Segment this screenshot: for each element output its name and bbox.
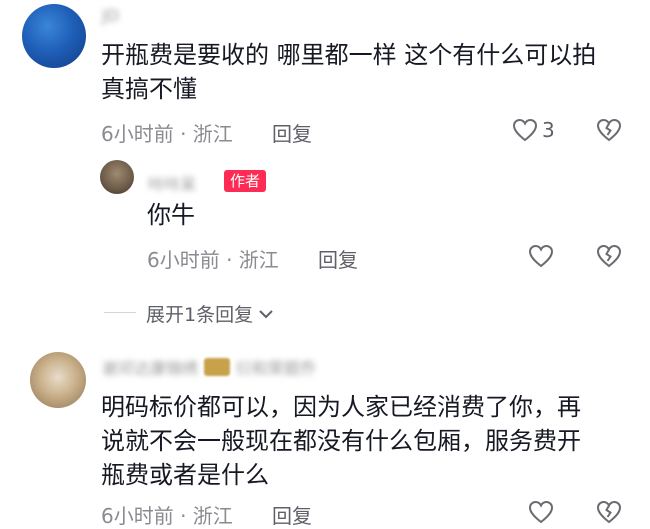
comment-time-location: 6小时前 · 浙江 — [101, 122, 233, 146]
broken-heart-icon — [596, 118, 622, 142]
commenter-username-suffix: 衍和荣题乔 — [236, 359, 317, 378]
broken-heart-icon — [596, 244, 622, 268]
heart-outline-icon — [512, 118, 538, 142]
like-button[interactable] — [528, 500, 554, 524]
divider — [104, 312, 136, 313]
like-count: 3 — [542, 118, 555, 142]
comment-text-line: 开瓶费是要收的 哪里都一样 这个有什么可以拍 — [101, 41, 597, 69]
expand-replies-button[interactable]: 展开1条回复 — [146, 300, 275, 327]
comment-text-line: 明码标价都可以，因为人家已经消费了你，再 — [101, 393, 581, 421]
commenter-avatar[interactable] — [30, 352, 86, 408]
chevron-down-icon — [259, 309, 273, 318]
comment-text-line: 真搞不懂 — [101, 75, 197, 103]
broken-heart-icon — [596, 500, 622, 524]
commenter-name-row[interactable]: 谢邓达康锦绣 衍和荣题乔 — [102, 355, 316, 379]
commenter-username[interactable]: JD — [102, 6, 119, 25]
comment-text-line: 说就不会一般现在都没有什么包厢，服务费开 — [101, 427, 581, 455]
reply-time-location: 6小时前 · 浙江 — [147, 248, 279, 272]
author-avatar[interactable] — [100, 160, 134, 194]
reply-button[interactable]: 回复 — [318, 244, 358, 273]
dislike-button[interactable] — [596, 244, 622, 268]
reply-text: 你牛 — [147, 201, 195, 229]
emoji-icon — [204, 358, 231, 376]
dislike-button[interactable] — [596, 118, 622, 142]
comment-text-line: 瓶费或者是什么 — [101, 461, 269, 489]
author-username[interactable]: 咔咔呆 — [148, 171, 196, 195]
heart-outline-icon — [528, 500, 554, 524]
commenter-avatar[interactable] — [22, 4, 86, 68]
commenter-username: 谢邓达康锦绣 — [102, 359, 199, 378]
expand-replies-label: 展开1条回复 — [146, 304, 254, 326]
like-button[interactable] — [528, 244, 554, 268]
like-button[interactable] — [512, 118, 538, 142]
heart-outline-icon — [528, 244, 554, 268]
author-badge: 作者 — [224, 170, 267, 192]
dislike-button[interactable] — [596, 500, 622, 524]
reply-button[interactable]: 回复 — [272, 118, 312, 147]
